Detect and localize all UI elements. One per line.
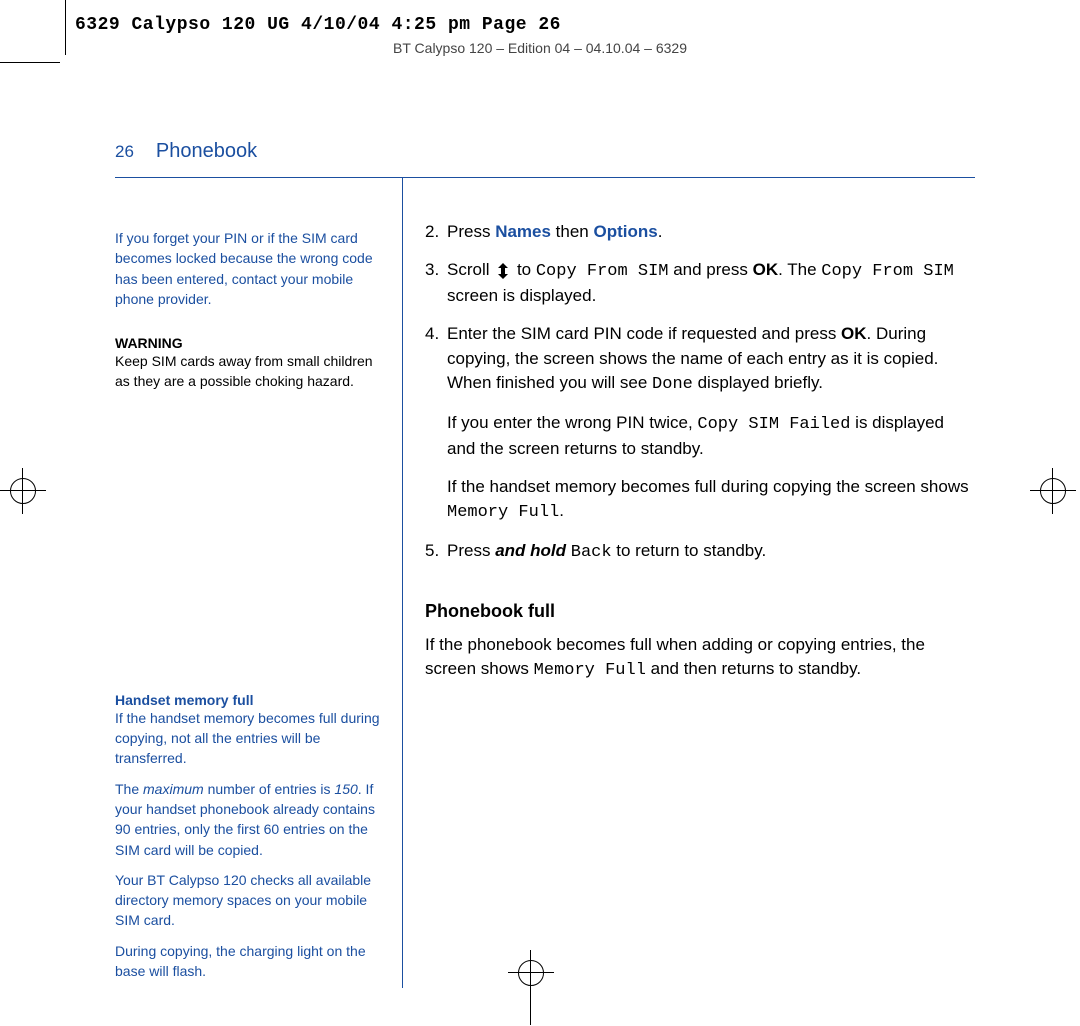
key-ok: OK: [841, 324, 867, 343]
lcd-done: Done: [652, 375, 693, 394]
sidebar-memory-p2: The maximum number of entries is 150. If…: [115, 779, 390, 860]
lcd-memory-full: Memory Full: [447, 503, 559, 522]
text: and then returns to standby.: [646, 659, 861, 678]
section-phonebook-full: Phonebook full: [425, 599, 975, 625]
sidebar-warning-body: Keep SIM cards away from small children …: [115, 351, 390, 392]
text: screen is displayed.: [447, 286, 596, 305]
softkey-options: Options: [594, 222, 658, 241]
step-number: 3.: [425, 258, 447, 308]
lcd-copy-from-sim: Copy From SIM: [821, 262, 954, 281]
sidebar: If you forget your PIN or if the SIM car…: [115, 178, 403, 988]
edition-line: BT Calypso 120 – Edition 04 – 04.10.04 –…: [0, 40, 1080, 56]
registration-mark: [22, 468, 23, 514]
main-column: 2. Press Names then Options. 3. Scroll t…: [403, 178, 975, 988]
step-2: 2. Press Names then Options.: [425, 220, 975, 244]
text: and press: [668, 260, 752, 279]
step-number: 2.: [425, 220, 447, 244]
text: .: [658, 222, 663, 241]
sidebar-memory-p4: During copying, the charging light on th…: [115, 941, 390, 982]
sidebar-warning-heading: WARNING: [115, 335, 390, 351]
registration-mark: [1040, 478, 1066, 504]
text: Scroll: [447, 260, 494, 279]
step-5: 5. Press and hold Back to return to stan…: [425, 539, 975, 565]
text: Press: [447, 222, 495, 241]
step-4-note-memory-full: If the handset memory becomes full durin…: [447, 475, 975, 525]
text-italic: 150: [334, 781, 357, 797]
text: If you enter the wrong PIN twice,: [447, 413, 697, 432]
sidebar-note-pin: If you forget your PIN or if the SIM car…: [115, 228, 390, 309]
step-4-note-wrong-pin: If you enter the wrong PIN twice, Copy S…: [447, 411, 975, 461]
softkey-names: Names: [495, 222, 551, 241]
text-italic: maximum: [143, 781, 204, 797]
lcd-memory-full: Memory Full: [534, 661, 646, 680]
step-4: 4. Enter the SIM card PIN code if reques…: [425, 322, 975, 396]
phonebook-full-body: If the phonebook becomes full when addin…: [425, 633, 975, 683]
text: to: [512, 260, 536, 279]
text: Enter the SIM card PIN code if requested…: [447, 324, 841, 343]
registration-mark: [1030, 490, 1076, 491]
text: to return to standby.: [612, 541, 767, 560]
key-ok: OK: [753, 260, 779, 279]
step-body: Scroll to Copy From SIM and press OK. Th…: [447, 258, 975, 308]
text: displayed briefly.: [693, 373, 823, 392]
text: Press: [447, 541, 495, 560]
registration-mark: [0, 490, 46, 491]
lcd-back: Back: [571, 543, 612, 562]
text: .: [559, 501, 564, 520]
page-number: 26: [115, 142, 134, 162]
lcd-copy-sim-failed: Copy SIM Failed: [697, 415, 850, 434]
text: . The: [778, 260, 821, 279]
step-number: 4.: [425, 322, 447, 396]
step-body: Enter the SIM card PIN code if requested…: [447, 322, 975, 396]
step-3: 3. Scroll to Copy From SIM and press OK.…: [425, 258, 975, 308]
lcd-copy-from-sim: Copy From SIM: [536, 262, 669, 281]
registration-mark: [10, 478, 36, 504]
step-body: Press and hold Back to return to standby…: [447, 539, 766, 565]
registration-mark: [1052, 468, 1053, 514]
text: If the handset memory becomes full durin…: [447, 477, 969, 496]
text: The: [115, 781, 143, 797]
sidebar-memory-heading: Handset memory full: [115, 692, 390, 708]
text: then: [551, 222, 594, 241]
sidebar-memory-p3: Your BT Calypso 120 checks all available…: [115, 870, 390, 931]
sidebar-memory-p1: If the handset memory becomes full durin…: [115, 708, 390, 769]
press-and-hold: and hold: [495, 541, 566, 560]
print-slug: 6329 Calypso 120 UG 4/10/04 4:25 pm Page…: [75, 15, 561, 35]
scroll-icon: [494, 263, 512, 279]
page-title: Phonebook: [156, 140, 257, 163]
crop-mark: [0, 62, 60, 63]
text: number of entries is: [204, 781, 335, 797]
step-body: Press Names then Options.: [447, 220, 662, 244]
page-content: 26 Phonebook If you forget your PIN or i…: [115, 140, 975, 988]
step-number: 5.: [425, 539, 447, 565]
page-header: 26 Phonebook: [115, 140, 975, 163]
